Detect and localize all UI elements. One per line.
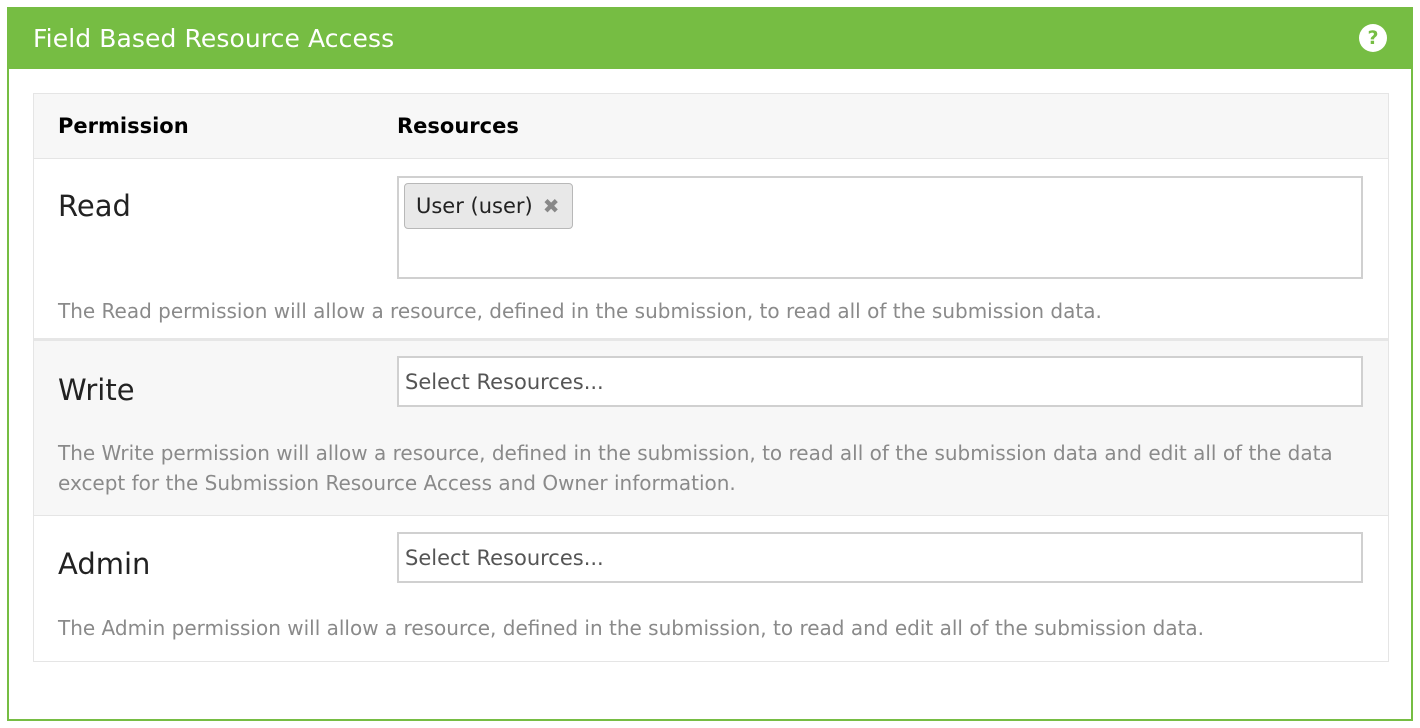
write-permission-description: The Write permission will allow a resour… [58, 441, 1333, 495]
column-header-resources: Resources [397, 114, 519, 138]
table-header: Permission Resources [34, 94, 1388, 159]
panel-heading: Field Based Resource Access ? [9, 7, 1411, 69]
panel-title: Field Based Resource Access [33, 23, 395, 53]
permission-label-admin: Admin [58, 547, 151, 581]
read-permission-description: The Read permission will allow a resourc… [58, 299, 1102, 323]
column-header-permission: Permission [58, 114, 189, 138]
table-row-admin: Admin Select Resources... The Admin perm… [34, 516, 1388, 661]
field-based-resource-access-panel: Field Based Resource Access ? Permission… [7, 7, 1413, 721]
read-resources-select[interactable]: User (user) ✖ [397, 176, 1363, 279]
question-circle-icon[interactable]: ? [1359, 24, 1387, 52]
select-placeholder: Select Resources... [405, 369, 604, 394]
write-resources-select[interactable]: Select Resources... [397, 356, 1363, 407]
permission-label-write: Write [58, 373, 135, 407]
permissions-table: Permission Resources Read User (user) ✖ … [33, 93, 1389, 662]
admin-permission-description: The Admin permission will allow a resour… [58, 616, 1205, 640]
admin-resources-select[interactable]: Select Resources... [397, 532, 1363, 583]
select-placeholder: Select Resources... [405, 545, 604, 570]
tag-label: User (user) [416, 194, 533, 218]
table-row-write: Write Select Resources... The Write perm… [34, 341, 1388, 516]
permission-label-read: Read [58, 189, 131, 223]
selected-resource-tag: User (user) ✖ [404, 183, 573, 229]
remove-tag-icon[interactable]: ✖ [543, 194, 560, 218]
table-row-read: Read User (user) ✖ The Read permission w… [34, 159, 1388, 341]
